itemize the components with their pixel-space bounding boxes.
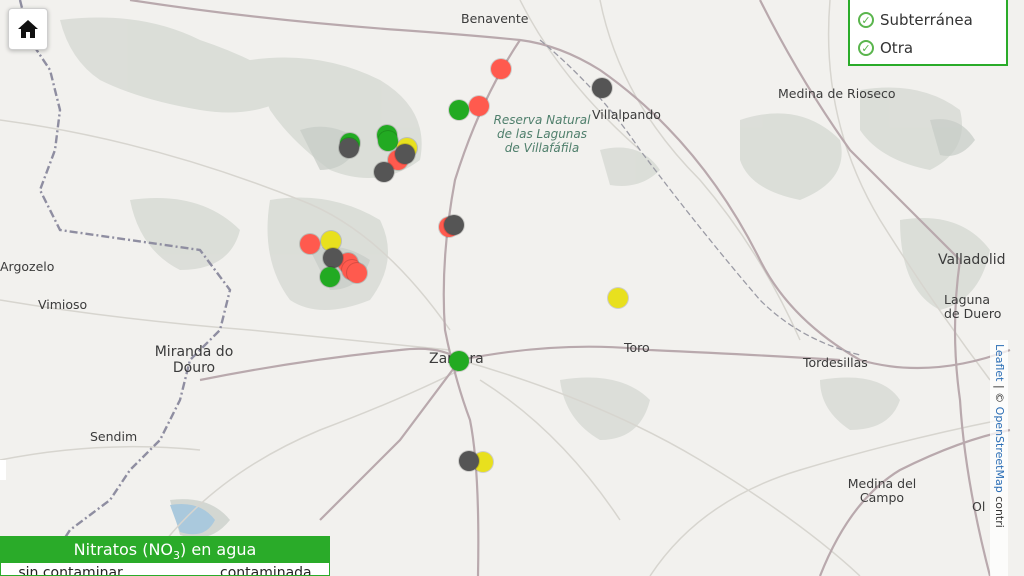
check-circle-icon[interactable]: ✓: [858, 40, 874, 56]
place-sendim: Sendim: [90, 429, 138, 444]
nitrate-title-suffix: ) en agua: [180, 540, 257, 559]
nitrate-col-1: ...sin contaminar...: [5, 565, 135, 576]
sample-marker[interactable]: [469, 96, 489, 116]
place-valladolid: Valladolid: [938, 252, 1006, 268]
sample-marker[interactable]: [608, 288, 628, 308]
leaflet-link[interactable]: Leaflet: [993, 344, 1006, 381]
place-laguna-text: Laguna de Duero: [944, 292, 1002, 322]
nitrate-columns: ...sin contaminar... ...contaminada...: [1, 565, 329, 576]
home-button[interactable]: [8, 8, 48, 50]
place-miranda-do-douro: Miranda do Douro: [146, 344, 242, 376]
check-circle-icon[interactable]: ✓: [858, 12, 874, 28]
sample-marker[interactable]: [449, 100, 469, 120]
sample-marker[interactable]: [592, 78, 612, 98]
attr-sep: | ©: [993, 381, 1006, 407]
nitrate-legend-panel: Nitratos (NO3) en agua ...sin contaminar…: [0, 536, 330, 576]
place-benavente: Benavente: [461, 11, 529, 26]
place-medina-de-rioseco: Medina de Rioseco: [778, 86, 896, 101]
legend-label: Otra: [880, 39, 914, 57]
sample-marker[interactable]: [459, 451, 479, 471]
place-miranda-text: Miranda do Douro: [154, 344, 234, 377]
nitrate-title-prefix: Nitratos (NO: [73, 540, 174, 559]
sample-marker[interactable]: [449, 351, 469, 371]
legend-item-otra[interactable]: ✓ Otra: [858, 34, 998, 62]
place-argozelo: Argozelo: [0, 259, 55, 274]
attr-rest: contri: [993, 492, 1006, 528]
place-toro: Toro: [624, 340, 650, 355]
nitrate-title-sub: 3: [173, 549, 181, 563]
edge-control-fragment: [0, 460, 6, 480]
sample-marker[interactable]: [347, 263, 367, 283]
place-medina-del-campo-text: Medina del Campo: [847, 476, 917, 506]
sample-marker[interactable]: [491, 59, 511, 79]
nitrate-title: Nitratos (NO3) en agua: [1, 537, 329, 563]
sample-marker[interactable]: [300, 234, 320, 254]
place-tordesillas: Tordesillas: [803, 355, 868, 370]
map-attribution: Leaflet | © OpenStreetMap contri: [990, 340, 1008, 576]
nitrate-col-2: ...contaminada...: [206, 565, 325, 576]
legend-label: Subterránea: [880, 11, 973, 29]
place-medina-de-rioseco-text: Medina de Rioseco: [778, 86, 896, 101]
home-icon: [18, 20, 38, 38]
sample-marker[interactable]: [378, 131, 398, 151]
legend-item-subterranea[interactable]: ✓ Subterránea: [858, 6, 998, 34]
sample-marker[interactable]: [320, 267, 340, 287]
sample-marker[interactable]: [339, 138, 359, 158]
place-vimioso: Vimioso: [38, 297, 88, 312]
sample-marker[interactable]: [444, 215, 464, 235]
sample-marker[interactable]: [374, 162, 394, 182]
place-villalpando: Villalpando: [592, 107, 661, 122]
osm-link[interactable]: OpenStreetMap: [993, 407, 1006, 493]
sample-marker[interactable]: [395, 144, 415, 164]
sample-marker[interactable]: [323, 248, 343, 268]
place-ol: Ol: [972, 499, 986, 514]
place-medina-del-campo: Medina del Campo: [842, 476, 922, 506]
legend-panel: ✓ Subterránea ✓ Otra: [848, 0, 1008, 66]
reserve-label: Reserva Natural de las Lagunas de Villaf…: [493, 113, 591, 155]
place-laguna-de-duero: Laguna de Duero: [944, 292, 1004, 322]
